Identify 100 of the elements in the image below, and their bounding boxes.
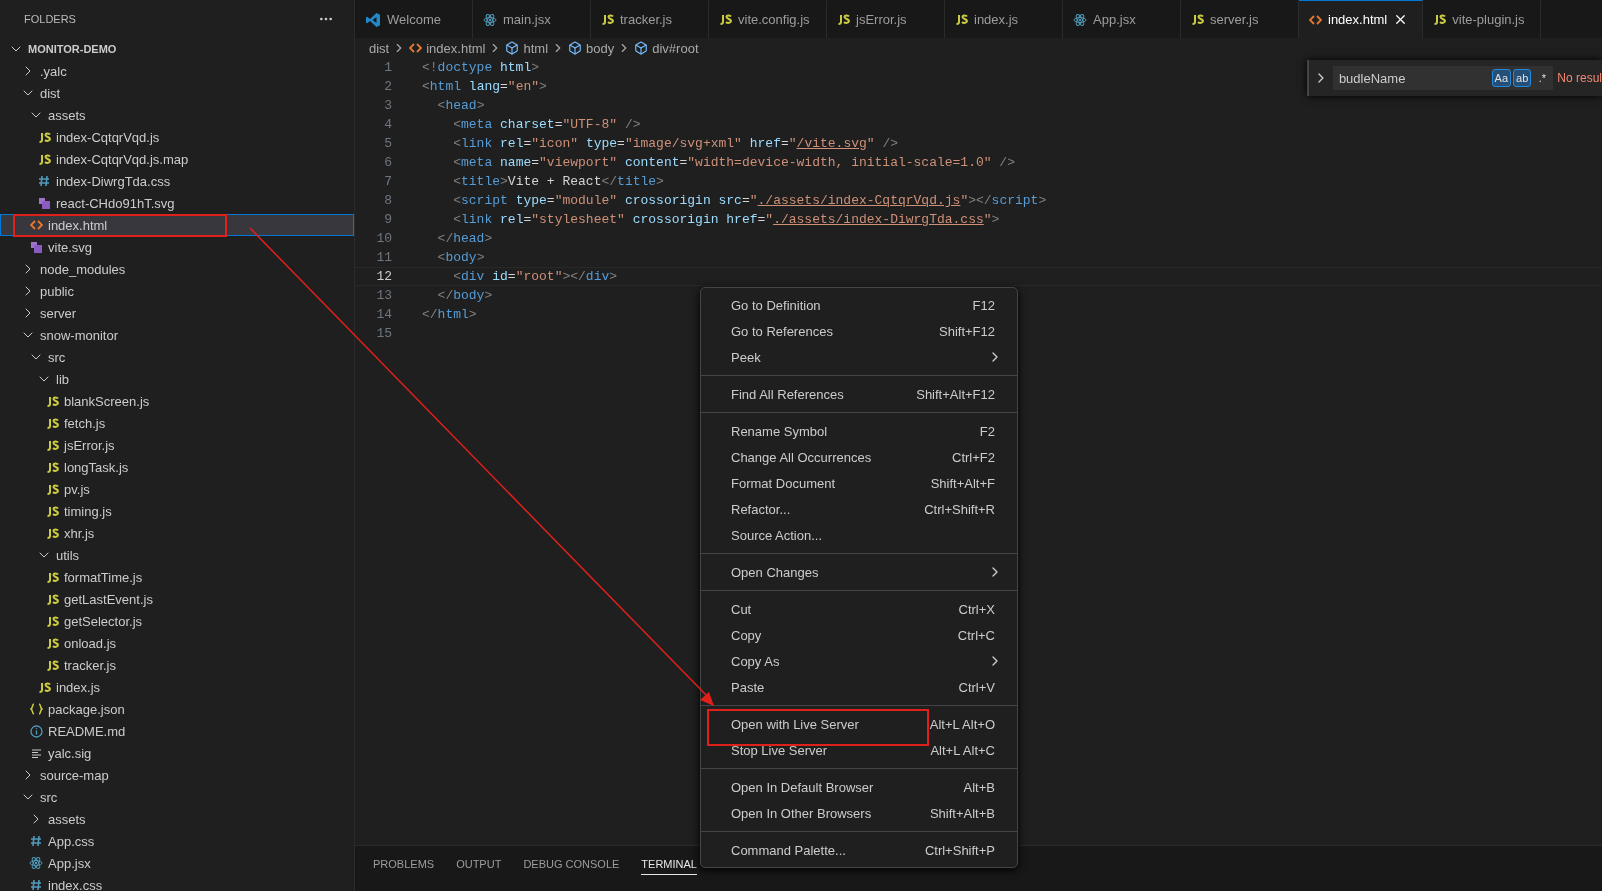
line-number: 9 bbox=[383, 212, 392, 227]
menu-item[interactable]: Open In Other Browsers Shift+Alt+B bbox=[701, 800, 1017, 826]
toggle-button[interactable]: .* bbox=[1533, 69, 1552, 87]
breadcrumb-item[interactable]: div#root bbox=[634, 40, 699, 56]
tree-item[interactable]: blankScreen.js bbox=[0, 390, 354, 412]
menu-item[interactable]: Source Action... bbox=[701, 522, 1017, 548]
tree-item[interactable]: public bbox=[0, 280, 354, 302]
script-file-icon bbox=[45, 439, 59, 451]
menu-item[interactable]: Find All References Shift+Alt+F12 bbox=[701, 381, 1017, 407]
search-field[interactable]: budleName Aa ab .* bbox=[1332, 66, 1554, 90]
script-file-icon bbox=[1191, 14, 1204, 25]
script-file-icon bbox=[837, 14, 850, 25]
tree-item[interactable]: README.md bbox=[0, 720, 354, 742]
tree-item[interactable]: jsError.js bbox=[0, 434, 354, 456]
script-file-icon bbox=[719, 14, 732, 25]
toggle-button[interactable]: ab bbox=[1513, 69, 1532, 87]
line-number: 4 bbox=[383, 117, 392, 132]
tree-item[interactable]: server bbox=[0, 302, 354, 324]
menu-item[interactable]: Go to Definition F12 bbox=[701, 292, 1017, 318]
braces-icon bbox=[29, 703, 43, 715]
tree-item[interactable]: dist bbox=[0, 82, 354, 104]
result-status: No resul bbox=[1557, 71, 1602, 85]
tree-item[interactable]: App.css bbox=[0, 830, 354, 852]
tree-item[interactable]: xhr.js bbox=[0, 522, 354, 544]
tree-item[interactable]: tracker.js bbox=[0, 654, 354, 676]
script-file-icon bbox=[45, 593, 59, 605]
toggle-button[interactable]: Aa bbox=[1491, 69, 1512, 87]
line-number: 1 bbox=[383, 60, 392, 75]
tree-item[interactable]: yalc.sig bbox=[0, 742, 354, 764]
menu-item[interactable]: Change All Occurrences Ctrl+F2 bbox=[701, 444, 1017, 470]
editor-tab[interactable]: index.html bbox=[1299, 0, 1424, 38]
tree-item[interactable]: index-DiwrgTda.css bbox=[0, 170, 354, 192]
code-line: </html> bbox=[422, 307, 477, 322]
tree-item[interactable]: MONITOR-DEMO bbox=[0, 38, 354, 60]
tree-item[interactable]: getLastEvent.js bbox=[0, 588, 354, 610]
breadcrumb-item[interactable]: dist bbox=[369, 40, 390, 56]
breadcrumb-item[interactable]: index.html bbox=[409, 40, 486, 56]
panel-tab[interactable]: PROBLEMS bbox=[373, 854, 435, 875]
menu-item[interactable]: Stop Live Server Alt+L Alt+C bbox=[701, 737, 1017, 763]
tree-item[interactable]: getSelector.js bbox=[0, 610, 354, 632]
menu-item[interactable]: Paste Ctrl+V bbox=[701, 674, 1017, 700]
tree-item[interactable]: assets bbox=[0, 104, 354, 126]
menu-item[interactable]: Command Palette... Ctrl+Shift+P bbox=[701, 837, 1017, 863]
tree-item[interactable]: index.html bbox=[0, 214, 354, 236]
menu-item[interactable]: Peek bbox=[701, 344, 1017, 370]
tree-item[interactable]: source-map bbox=[0, 764, 354, 786]
tree-item[interactable]: .yalc bbox=[0, 60, 354, 82]
cube-icon bbox=[568, 41, 583, 55]
line-number: 11 bbox=[375, 250, 392, 265]
script-file-icon bbox=[37, 131, 51, 143]
tree-item[interactable]: index-CqtqrVqd.js.map bbox=[0, 148, 354, 170]
menu-item[interactable]: Open with Live Server Alt+L Alt+O bbox=[701, 711, 1017, 737]
hash-icon bbox=[30, 879, 42, 891]
tree-item[interactable]: src bbox=[0, 346, 354, 368]
tree-item[interactable]: src bbox=[0, 786, 354, 808]
menu-item[interactable]: Copy As bbox=[701, 648, 1017, 674]
script-file-icon bbox=[45, 483, 59, 495]
line-number: 5 bbox=[383, 136, 392, 151]
tree-item[interactable]: fetch.js bbox=[0, 412, 354, 434]
panel-tab[interactable]: OUTPUT bbox=[456, 854, 502, 875]
menu-item[interactable]: Open Changes bbox=[701, 559, 1017, 585]
tree-item[interactable]: assets bbox=[0, 808, 354, 830]
menu-item[interactable]: Copy Ctrl+C bbox=[701, 622, 1017, 648]
breadcrumb-item[interactable]: body bbox=[568, 40, 615, 56]
script-file-icon bbox=[955, 14, 968, 25]
tree-item[interactable]: node_modules bbox=[0, 258, 354, 280]
script-file-icon bbox=[45, 659, 59, 671]
tree-item[interactable]: pv.js bbox=[0, 478, 354, 500]
menu-item[interactable]: Open In Default Browser Alt+B bbox=[701, 774, 1017, 800]
tree-item[interactable]: index.css bbox=[0, 874, 354, 891]
code-line: <script type="module" crossorigin src="./assets/index-CqtqrVqd.js"></script> bbox=[452, 193, 1047, 208]
tree-item[interactable]: lib bbox=[0, 368, 354, 390]
line-number: 14 bbox=[375, 307, 392, 322]
tree-item[interactable]: react-CHdo91hT.svg bbox=[0, 192, 354, 214]
script-file-icon bbox=[45, 417, 59, 429]
code-line: <link rel="icon" type="image/svg+xml" href="/vite.svg" /> bbox=[452, 136, 898, 151]
tree-item[interactable]: longTask.js bbox=[0, 456, 354, 478]
menu-item[interactable]: Refactor... Ctrl+Shift+R bbox=[701, 496, 1017, 522]
tree-item[interactable]: onload.js bbox=[0, 632, 354, 654]
script-file-icon bbox=[45, 461, 59, 473]
script-file-icon bbox=[1433, 14, 1447, 25]
tree-item[interactable]: snow-monitor bbox=[0, 324, 354, 346]
tree-item[interactable]: package.json bbox=[0, 698, 354, 720]
line-number: 6 bbox=[383, 155, 392, 170]
menu-item[interactable]: Cut Ctrl+X bbox=[701, 596, 1017, 622]
menu-item[interactable]: Rename Symbol F2 bbox=[701, 418, 1017, 444]
tree-item[interactable]: vite.svg bbox=[0, 236, 354, 258]
panel-tab[interactable]: DEBUG CONSOLE bbox=[523, 854, 620, 875]
breadcrumb-item[interactable]: html bbox=[505, 40, 549, 56]
panel-tab[interactable]: TERMINAL bbox=[641, 854, 697, 875]
line-number: 12 bbox=[375, 269, 392, 284]
menu-item[interactable]: Format Document Shift+Alt+F bbox=[701, 470, 1017, 496]
tree-item[interactable]: index.js bbox=[0, 676, 354, 698]
tree-item[interactable]: formatTime.js bbox=[0, 566, 354, 588]
tree-item[interactable]: timing.js bbox=[0, 500, 354, 522]
text-lines-icon bbox=[30, 747, 42, 759]
menu-item[interactable]: Go to References Shift+F12 bbox=[701, 318, 1017, 344]
tree-item[interactable]: App.jsx bbox=[0, 852, 354, 874]
tree-item[interactable]: utils bbox=[0, 544, 354, 566]
tree-item[interactable]: index-CqtqrVqd.js bbox=[0, 126, 354, 148]
